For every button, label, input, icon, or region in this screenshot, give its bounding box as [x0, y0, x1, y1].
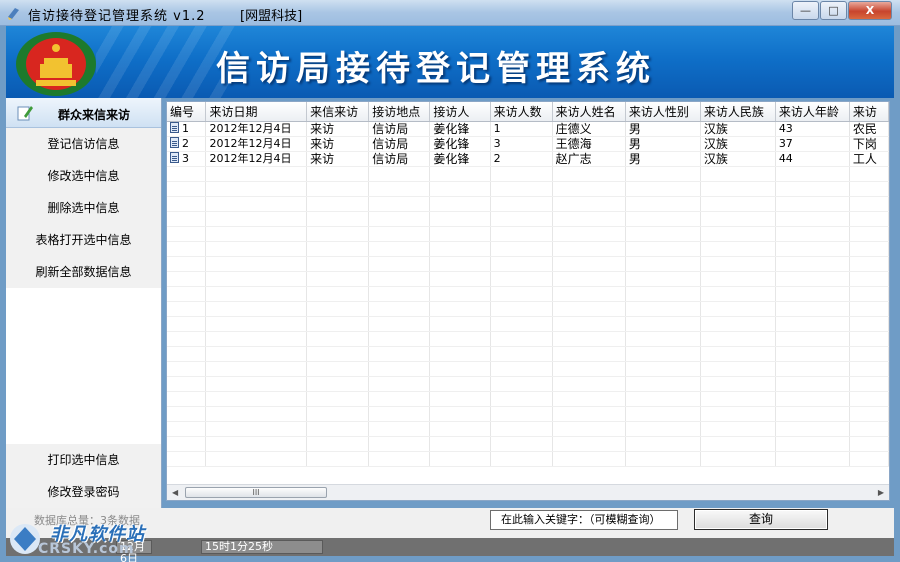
title-bar: 信访接待登记管理系统 v1.2 [网盟科技] — □ X [0, 0, 900, 26]
scroll-left-icon[interactable]: ◀ [172, 488, 178, 497]
national-emblem-icon [16, 32, 96, 96]
sidebar: 群众来信来访 登记信访信息 修改选中信息 删除选中信息 表格打开选中信息 刷新全… [6, 98, 162, 508]
column-header[interactable]: 来访人数 [490, 102, 553, 122]
app-icon [8, 8, 19, 20]
watermark-subtext: CRSKY.com [38, 541, 135, 557]
menu-print-selected-button[interactable]: 打印选中信息 [6, 444, 161, 476]
table-row[interactable]: 3 2012年12月4日 来访 信访局 姜化锋 2 赵广志 男 汉族 44 工人 [167, 151, 889, 167]
scroll-right-icon[interactable]: ▶ [878, 488, 884, 497]
pen-icon [17, 106, 33, 121]
menu-change-password-button[interactable]: 修改登录密码 [6, 476, 161, 508]
table-row[interactable]: 1 2012年12月4日 来访 信访局 姜化锋 1 庄德义 男 汉族 43 农民 [167, 121, 889, 137]
sidebar-header[interactable]: 群众来信来访 [6, 98, 161, 128]
column-header[interactable]: 来信来访 [306, 102, 370, 122]
column-header[interactable]: 来访人民族 [700, 102, 776, 122]
menu-open-in-table-button[interactable]: 表格打开选中信息 [6, 224, 161, 256]
records-table: 编号 来访日期 来信来访 接访地点 接访人 来访人数 来访人姓名 来访人性别 来… [167, 102, 889, 467]
column-header[interactable]: 接访地点 [368, 102, 431, 122]
sidebar-header-label: 群众来信来访 [58, 108, 131, 122]
menu-refresh-button[interactable]: 刷新全部数据信息 [6, 256, 161, 288]
column-header[interactable]: 接访人 [429, 102, 491, 122]
search-input[interactable]: 在此输入关键字：（可模糊查询） [490, 510, 678, 530]
column-header[interactable]: 来访人性别 [625, 102, 701, 122]
window-company: [网盟科技] [240, 9, 303, 24]
query-button[interactable]: 查询 [694, 509, 828, 530]
close-button[interactable]: X [848, 1, 892, 20]
scrollbar-thumb[interactable]: III [185, 487, 327, 498]
record-icon [170, 151, 179, 163]
menu-delete-selected-button[interactable]: 删除选中信息 [6, 192, 161, 224]
records-grid[interactable]: 编号 来访日期 来信来访 接访地点 接访人 来访人数 来访人姓名 来访人性别 来… [166, 101, 890, 501]
maximize-button[interactable]: □ [820, 1, 847, 20]
status-time: 15时1分25秒 [201, 540, 323, 554]
watermark-logo-icon [10, 524, 40, 554]
menu-edit-selected-button[interactable]: 修改选中信息 [6, 160, 161, 192]
column-header[interactable]: 来访 [849, 102, 889, 122]
record-icon [170, 136, 179, 148]
minimize-button[interactable]: — [792, 1, 819, 20]
table-header-row: 编号 来访日期 来信来访 接访地点 接访人 来访人数 来访人姓名 来访人性别 来… [167, 102, 889, 122]
record-icon [170, 121, 179, 133]
horizontal-scrollbar[interactable]: ◀ III ▶ [167, 484, 889, 500]
banner-title: 信访局接待登记管理系统 [216, 49, 656, 89]
menu-register-button[interactable]: 登记信访信息 [6, 128, 161, 160]
column-header[interactable]: 来访人姓名 [552, 102, 626, 122]
column-header[interactable]: 来访日期 [205, 102, 308, 122]
site-watermark: 非凡软件站 CRSKY.com [2, 520, 152, 562]
window-title: 信访接待登记管理系统 v1.2 [28, 9, 206, 24]
column-header[interactable]: 来访人年龄 [775, 102, 850, 122]
app-banner: 信访局接待登记管理系统 [6, 26, 894, 98]
table-row[interactable]: 2 2012年12月4日 来访 信访局 姜化锋 3 王德海 男 汉族 37 下岗 [167, 136, 889, 152]
column-header[interactable]: 编号 [167, 102, 207, 122]
